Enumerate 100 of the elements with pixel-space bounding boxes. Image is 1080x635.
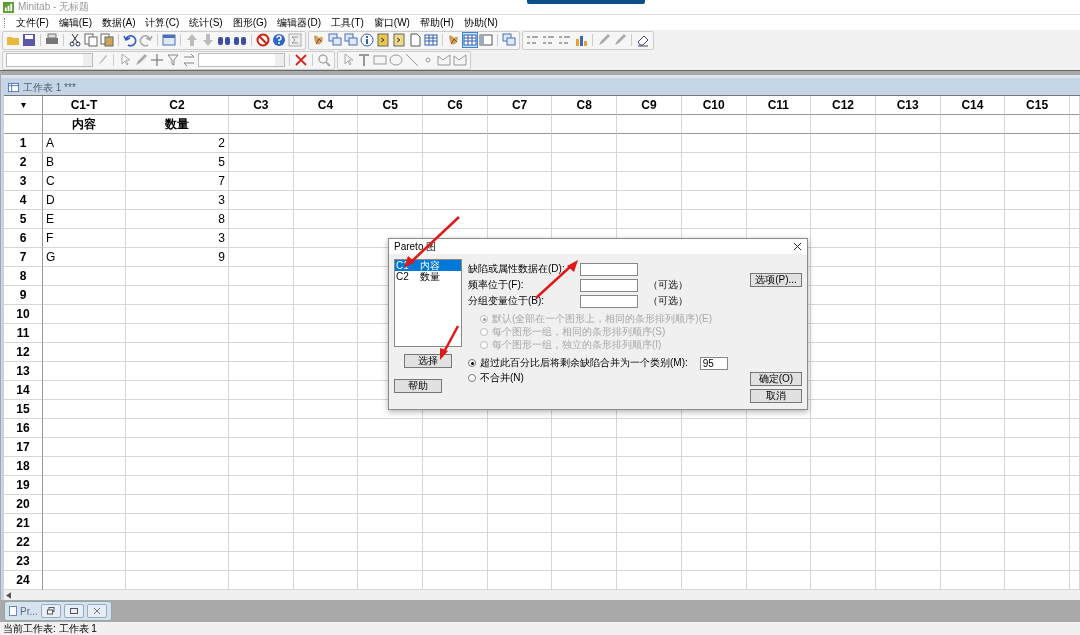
empty-cell[interactable]	[811, 476, 876, 495]
empty-cell[interactable]	[1069, 533, 1080, 552]
empty-cell[interactable]	[293, 134, 359, 153]
empty-cell[interactable]	[358, 552, 424, 571]
empty-cell[interactable]	[423, 533, 488, 552]
empty-cell[interactable]	[487, 514, 553, 533]
maximize-button[interactable]	[63, 604, 84, 618]
empty-cell[interactable]	[746, 210, 812, 229]
empty-cell[interactable]	[1069, 267, 1080, 286]
pen-icon[interactable]	[134, 53, 148, 67]
row-number[interactable]: 7	[4, 248, 43, 267]
table-cell[interactable]: D	[43, 191, 126, 210]
menu-item[interactable]: 文件(F)	[11, 15, 54, 30]
menu-item[interactable]: 编辑(E)	[53, 15, 98, 30]
empty-cell[interactable]	[1005, 400, 1070, 419]
empty-cell[interactable]	[875, 419, 941, 438]
empty-cell[interactable]	[358, 172, 424, 191]
input-field[interactable]	[580, 278, 638, 292]
cancel-button[interactable]: 取消	[750, 389, 802, 403]
empty-cell[interactable]	[940, 419, 1006, 438]
empty-cell[interactable]	[552, 552, 618, 571]
empty-cell[interactable]	[681, 210, 747, 229]
empty-cell[interactable]	[875, 324, 941, 343]
table-cell[interactable]: 5	[126, 153, 229, 172]
pointer-icon[interactable]	[118, 53, 132, 67]
empty-cell[interactable]	[1005, 267, 1070, 286]
empty-cell[interactable]	[1005, 552, 1070, 571]
table-cell[interactable]: 3	[126, 191, 229, 210]
empty-cell[interactable]	[811, 552, 876, 571]
table-cell[interactable]: 8	[126, 210, 229, 229]
table-cell[interactable]: 2	[126, 134, 229, 153]
empty-cell[interactable]	[1005, 210, 1070, 229]
empty-cell[interactable]	[875, 495, 941, 514]
empty-cell[interactable]	[940, 286, 1006, 305]
table-cell[interactable]: B	[43, 153, 126, 172]
empty-cell[interactable]	[358, 476, 424, 495]
empty-cell[interactable]	[487, 134, 553, 153]
empty-cell[interactable]	[746, 457, 812, 476]
empty-cell[interactable]	[681, 476, 747, 495]
empty-cell[interactable]	[1069, 248, 1080, 267]
empty-cell[interactable]	[487, 419, 553, 438]
empty-cell[interactable]	[811, 229, 876, 248]
empty-cell[interactable]	[1005, 438, 1070, 457]
empty-cell[interactable]	[1069, 134, 1080, 153]
table-cell[interactable]: A	[43, 134, 126, 153]
search-icon[interactable]	[317, 53, 331, 67]
empty-cell[interactable]	[875, 267, 941, 286]
empty-cell[interactable]	[358, 495, 424, 514]
empty-cell[interactable]	[126, 457, 229, 476]
line-icon[interactable]	[405, 53, 419, 67]
empty-cell[interactable]	[293, 115, 359, 134]
empty-cell[interactable]	[617, 210, 682, 229]
empty-cell[interactable]	[1005, 115, 1070, 134]
empty-cell[interactable]	[617, 153, 682, 172]
empty-cell[interactable]	[875, 286, 941, 305]
column-header[interactable]: C7	[487, 96, 553, 115]
empty-cell[interactable]	[552, 533, 618, 552]
empty-cell[interactable]	[811, 438, 876, 457]
row-number[interactable]: 17	[4, 438, 43, 457]
empty-cell[interactable]	[423, 514, 488, 533]
row-number[interactable]: 20	[4, 495, 43, 514]
row-number[interactable]: 13	[4, 362, 43, 381]
empty-cell[interactable]	[229, 324, 294, 343]
empty-cell[interactable]	[940, 381, 1006, 400]
empty-cell[interactable]	[229, 248, 294, 267]
copy-icon[interactable]	[84, 33, 98, 47]
select-button[interactable]: 选择	[404, 354, 452, 368]
page-icon[interactable]	[408, 33, 422, 47]
empty-cell[interactable]	[681, 438, 747, 457]
empty-cell[interactable]	[617, 191, 682, 210]
empty-cell[interactable]	[811, 286, 876, 305]
empty-cell[interactable]	[811, 115, 876, 134]
empty-cell[interactable]	[940, 229, 1006, 248]
empty-cell[interactable]	[811, 362, 876, 381]
empty-cell[interactable]	[293, 305, 359, 324]
row-number[interactable]: 9	[4, 286, 43, 305]
empty-cell[interactable]	[681, 552, 747, 571]
empty-cell[interactable]	[423, 134, 488, 153]
empty-cell[interactable]	[358, 419, 424, 438]
empty-cell[interactable]	[875, 305, 941, 324]
empty-cell[interactable]	[1069, 400, 1080, 419]
row-number[interactable]: 5	[4, 210, 43, 229]
empty-cell[interactable]	[1005, 248, 1070, 267]
empty-cell[interactable]	[1005, 305, 1070, 324]
empty-cell[interactable]	[875, 381, 941, 400]
empty-cell[interactable]	[875, 362, 941, 381]
brush-icon[interactable]	[95, 53, 109, 67]
input-field[interactable]	[580, 262, 638, 276]
empty-cell[interactable]	[552, 438, 618, 457]
empty-cell[interactable]	[126, 495, 229, 514]
empty-cell[interactable]	[811, 514, 876, 533]
empty-cell[interactable]	[423, 419, 488, 438]
empty-cell[interactable]	[358, 191, 424, 210]
empty-cell[interactable]	[126, 438, 229, 457]
empty-cell[interactable]	[875, 514, 941, 533]
empty-cell[interactable]	[126, 362, 229, 381]
column-header[interactable]: C1-T	[43, 96, 126, 115]
plus-icon[interactable]	[150, 53, 164, 67]
empty-cell[interactable]	[487, 438, 553, 457]
empty-cell[interactable]	[940, 153, 1006, 172]
